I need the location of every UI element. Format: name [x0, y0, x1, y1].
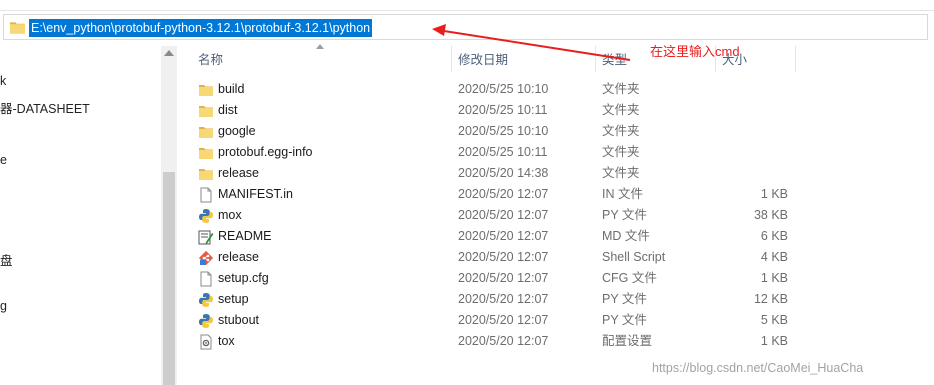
annotation-text: 在这里输入cmd	[650, 44, 740, 59]
watermark: https://blog.csdn.net/CaoMei_HuaCha	[652, 361, 864, 375]
annotation-arrow-icon	[432, 24, 631, 61]
